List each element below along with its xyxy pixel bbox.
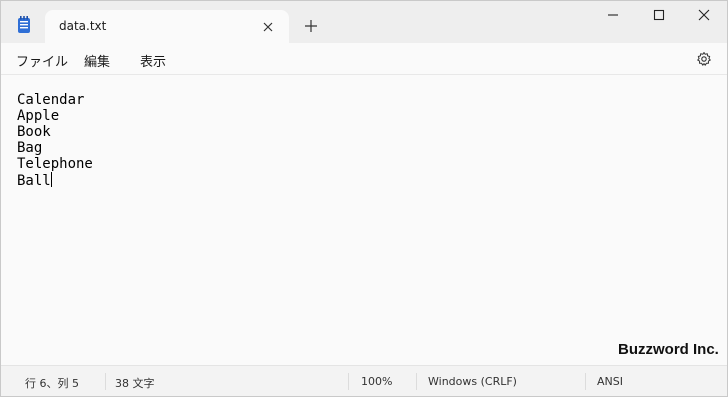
editor-line: Apple <box>17 108 60 124</box>
status-divider <box>105 373 106 390</box>
status-divider <box>416 373 417 390</box>
status-zoom[interactable]: 100% <box>361 375 392 388</box>
tab-title: data.txt <box>59 19 107 33</box>
status-cursor-position[interactable]: 行 6、列 5 <box>25 375 79 391</box>
menu-bar: ファイル 編集 表示 <box>1 43 727 75</box>
text-caret <box>50 172 52 187</box>
close-window-icon[interactable] <box>696 7 712 23</box>
minimize-icon[interactable] <box>605 7 621 23</box>
menu-edit[interactable]: 編集 <box>84 51 110 70</box>
status-character-count: 38 文字 <box>115 377 155 390</box>
status-divider <box>585 373 586 390</box>
new-tab-plus-icon[interactable] <box>303 18 319 34</box>
status-divider <box>348 373 349 390</box>
editor-line-text: Ball <box>17 173 51 189</box>
editor-line-last: Ball <box>17 172 52 189</box>
notepad-window: data.txt ファイル 編集 表示 Calendar Apple Book … <box>0 0 728 397</box>
menu-file[interactable]: ファイル <box>16 51 68 70</box>
status-encoding[interactable]: ANSI <box>597 375 623 388</box>
editor-line: Calendar <box>17 92 85 108</box>
title-bar: data.txt <box>1 1 727 43</box>
status-line-ending[interactable]: Windows (CRLF) <box>428 375 517 388</box>
editor-line: Bag <box>17 140 43 156</box>
editor-line: Telephone <box>17 156 93 172</box>
editor-line: Book <box>17 124 51 140</box>
watermark: Buzzword Inc. <box>618 341 719 358</box>
close-tab-icon[interactable] <box>261 19 275 33</box>
settings-gear-icon[interactable] <box>696 51 712 67</box>
menu-view[interactable]: 表示 <box>140 51 166 70</box>
notepad-app-icon <box>17 16 31 34</box>
tab-data-txt[interactable]: data.txt <box>45 10 289 43</box>
status-bar: 行 6、列 5 38 文字 100% Windows (CRLF) ANSI <box>1 365 727 396</box>
text-editor-area[interactable]: Calendar Apple Book Bag Telephone Ball B… <box>1 76 727 365</box>
maximize-icon[interactable] <box>651 7 667 23</box>
